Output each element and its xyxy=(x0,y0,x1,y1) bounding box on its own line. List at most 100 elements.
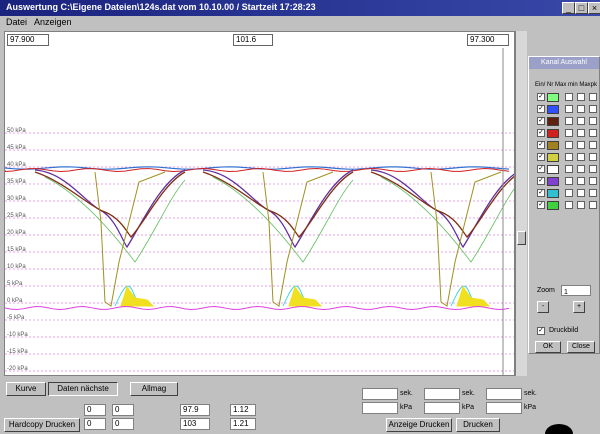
y-axis-label: 25 kPa xyxy=(7,213,26,219)
field-r4[interactable] xyxy=(362,402,398,414)
channel-option-checkbox[interactable] xyxy=(577,93,585,101)
channel-option-checkbox[interactable] xyxy=(565,141,573,149)
tab-kurve[interactable]: Kurve xyxy=(6,382,46,396)
channel-option-checkbox[interactable] xyxy=(589,129,597,137)
tab-daten[interactable]: Daten nächste xyxy=(48,382,118,396)
channel-option-checkbox[interactable] xyxy=(589,165,597,173)
anzeige-drucken-button[interactable]: Anzeige Drucken xyxy=(386,418,452,432)
channel-color-swatch xyxy=(547,189,559,198)
channel-option-checkbox[interactable] xyxy=(589,153,597,161)
zoom-minus-button[interactable]: - xyxy=(537,301,549,313)
field-l3[interactable]: 0 xyxy=(84,418,106,430)
unit-1: sek. xyxy=(400,390,413,397)
channel-option-checkbox[interactable] xyxy=(577,129,585,137)
y-axis-label: -20 kPa xyxy=(7,366,28,372)
field-m2[interactable]: 1.12 xyxy=(230,404,256,416)
field-r1[interactable] xyxy=(362,388,398,400)
field-m1[interactable]: 97.9 xyxy=(180,404,210,416)
menu-datei[interactable]: Datei xyxy=(6,17,27,27)
channel-option-checkbox[interactable] xyxy=(565,189,573,197)
channel-option-checkbox[interactable] xyxy=(577,201,585,209)
channel-option-checkbox[interactable] xyxy=(565,129,573,137)
scrollbar-thumb[interactable] xyxy=(517,231,526,245)
maximize-button[interactable]: □ xyxy=(575,2,588,14)
channel-row[interactable]: ✓ xyxy=(537,129,597,139)
field-l2[interactable]: 0 xyxy=(112,404,134,416)
unit-5: kPa xyxy=(462,404,475,411)
field-r6[interactable] xyxy=(486,402,522,414)
zoom-input[interactable]: 1 xyxy=(561,285,591,296)
channel-checkbox[interactable]: ✓ xyxy=(537,105,545,113)
channel-row[interactable]: ✓ xyxy=(537,117,597,127)
series-red-line xyxy=(5,167,510,173)
y-axis-label: 15 kPa xyxy=(7,247,26,253)
field-r3[interactable] xyxy=(486,388,522,400)
hardcopy-button[interactable]: Hardcopy Drucken xyxy=(4,418,80,432)
channel-option-checkbox[interactable] xyxy=(577,177,585,185)
channel-checkbox[interactable]: ✓ xyxy=(537,141,545,149)
channel-checkbox[interactable]: ✓ xyxy=(537,201,545,209)
channel-checkbox[interactable]: ✓ xyxy=(537,117,545,125)
field-l1[interactable]: 0 xyxy=(84,404,106,416)
channel-option-checkbox[interactable] xyxy=(589,105,597,113)
zoom-plus-button[interactable]: + xyxy=(573,301,585,313)
plot-canvas[interactable]: 50 kPa 45 kPa 40 kPa 35 kPa 30 kPa 25 kPa 20 k… xyxy=(5,32,514,375)
channel-option-checkbox[interactable] xyxy=(589,141,597,149)
y-axis-label: 30 kPa xyxy=(7,196,26,202)
channel-row[interactable]: ✓ xyxy=(537,165,597,175)
close-button[interactable]: × xyxy=(588,2,600,14)
channel-option-checkbox[interactable] xyxy=(565,105,573,113)
druckbild-checkbox[interactable]: ✓ xyxy=(537,327,545,335)
unit-6: kPa xyxy=(524,404,537,411)
channel-option-checkbox[interactable] xyxy=(565,165,573,173)
channel-option-checkbox[interactable] xyxy=(589,93,597,101)
field-m3[interactable]: 103 xyxy=(180,418,210,430)
channel-option-checkbox[interactable] xyxy=(565,117,573,125)
field-l4[interactable]: 0 xyxy=(112,418,134,430)
field-r5[interactable] xyxy=(424,402,460,414)
channel-row[interactable]: ✓ xyxy=(537,93,597,103)
channel-option-checkbox[interactable] xyxy=(565,177,573,185)
channel-row[interactable]: ✓ xyxy=(537,141,597,151)
channel-checkbox[interactable]: ✓ xyxy=(537,189,545,197)
channel-checkbox[interactable]: ✓ xyxy=(537,165,545,173)
channel-option-checkbox[interactable] xyxy=(577,165,585,173)
field-r2[interactable] xyxy=(424,388,460,400)
channel-color-swatch xyxy=(547,153,559,162)
channel-option-checkbox[interactable] xyxy=(589,201,597,209)
ok-button[interactable]: OK xyxy=(535,341,561,353)
channel-option-checkbox[interactable] xyxy=(565,201,573,209)
field-m4[interactable]: 1.21 xyxy=(230,418,256,430)
channel-row[interactable]: ✓ xyxy=(537,189,597,199)
drucken-button[interactable]: Drucken xyxy=(456,418,500,432)
channel-row[interactable]: ✓ xyxy=(537,105,597,115)
channel-option-checkbox[interactable] xyxy=(577,153,585,161)
channel-option-checkbox[interactable] xyxy=(565,153,573,161)
menu-anzeigen[interactable]: Anzeigen xyxy=(34,17,72,27)
plot-area: 97.900 101.6 97.300 50 kPa 45 kPa 40 kPa 35… xyxy=(4,31,515,376)
channel-row[interactable]: ✓ xyxy=(537,201,597,211)
channel-checkbox[interactable]: ✓ xyxy=(537,93,545,101)
channel-color-swatch xyxy=(547,117,559,126)
channel-checkbox[interactable]: ✓ xyxy=(537,129,545,137)
channel-checkbox[interactable]: ✓ xyxy=(537,177,545,185)
channel-option-checkbox[interactable] xyxy=(589,117,597,125)
channel-row[interactable]: ✓ xyxy=(537,177,597,187)
y-axis-label: -10 kPa xyxy=(7,332,28,338)
channel-option-checkbox[interactable] xyxy=(577,117,585,125)
channel-option-checkbox[interactable] xyxy=(565,93,573,101)
channel-panel: Kanal Auswahl Ein/ Nr Max min Maxpk ✓ ✓ ✓ ✓… xyxy=(528,56,600,354)
bottom-toolbar: Kurve Daten nächste Allmag Hardcopy Druc… xyxy=(0,378,600,434)
panel-close-button[interactable]: Close xyxy=(567,341,595,353)
channel-row[interactable]: ✓ xyxy=(537,153,597,163)
channel-option-checkbox[interactable] xyxy=(589,189,597,197)
channel-option-checkbox[interactable] xyxy=(577,105,585,113)
unit-3: sek. xyxy=(524,390,537,397)
channel-checkbox[interactable]: ✓ xyxy=(537,153,545,161)
vertical-scrollbar[interactable] xyxy=(515,31,527,376)
tab-allmag[interactable]: Allmag xyxy=(130,382,178,396)
channel-option-checkbox[interactable] xyxy=(577,141,585,149)
channel-option-checkbox[interactable] xyxy=(577,189,585,197)
minimize-button[interactable]: _ xyxy=(562,2,575,14)
channel-option-checkbox[interactable] xyxy=(589,177,597,185)
